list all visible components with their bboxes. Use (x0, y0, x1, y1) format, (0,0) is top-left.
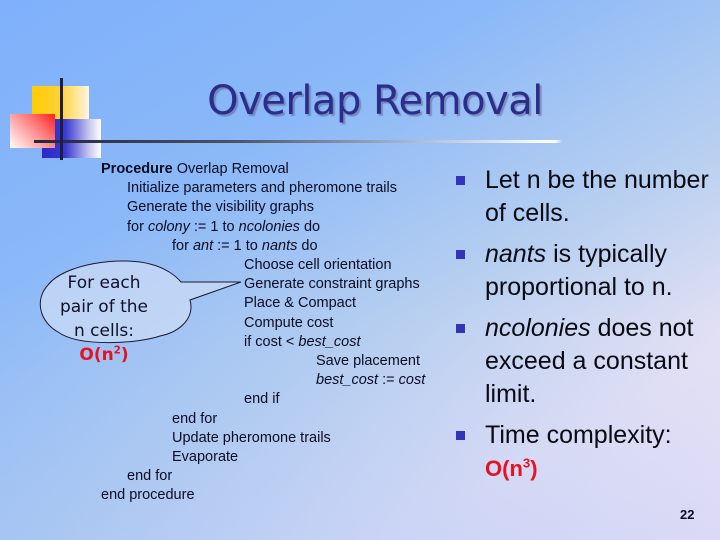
code-line: Initialize parameters and pheromone trai… (127, 180, 397, 196)
bullet-text: Let n be the number of cells. (485, 166, 709, 227)
code-line: Save placement (316, 353, 420, 369)
code-line: end for (127, 468, 173, 484)
code-line: for ant := 1 to nants do (172, 238, 318, 254)
bullet-item: Time complexity: O(n3) (448, 419, 718, 485)
bullet-list: Let n be the number of cells. nants is t… (448, 164, 718, 493)
callout-line: n cells: (73, 321, 134, 341)
bullet-term: nants (485, 240, 547, 268)
square-bullet-icon (456, 431, 465, 440)
code-line: end procedure (101, 487, 195, 503)
code-line: end for (172, 411, 218, 427)
code-line: Generate the visibility graphs (127, 199, 314, 215)
bullet-text: Time complexity: (485, 421, 672, 449)
code-line: Evaporate (172, 449, 239, 465)
time-complexity-value: O(n3) (485, 455, 538, 481)
callout-text: For each pair of the n cells: O(n2) (42, 271, 166, 367)
bullet-item: ncolonies does not exceed a constant lim… (448, 312, 718, 411)
code-line: Choose cell orientation (244, 257, 392, 273)
square-bullet-icon (456, 324, 465, 333)
square-bullet-icon (456, 176, 465, 185)
bullet-term: ncolonies (485, 314, 591, 342)
bullet-item: Let n be the number of cells. (448, 164, 718, 230)
code-line: Update pheromone trails (172, 430, 331, 446)
code-line: if cost < best_cost (244, 334, 361, 350)
code-line: end if (244, 391, 280, 407)
code-line: Generate constraint graphs (244, 276, 420, 292)
code-line: Compute cost (244, 315, 334, 331)
code-line: Procedure Overlap Removal (101, 161, 289, 177)
square-bullet-icon (456, 250, 465, 259)
code-line: best_cost := cost (316, 372, 426, 388)
bullet-item: nants is typically proportional to n. (448, 238, 718, 304)
callout-complexity: O(n2) (79, 345, 129, 365)
code-line: Place & Compact (244, 295, 357, 311)
callout-line: pair of the (59, 297, 148, 317)
page-number: 22 (680, 507, 695, 522)
slide: Overlap Removal For each pair of the n c… (0, 0, 720, 540)
callout-line: For each (67, 273, 141, 293)
code-line: for colony := 1 to ncolonies do (127, 219, 321, 235)
